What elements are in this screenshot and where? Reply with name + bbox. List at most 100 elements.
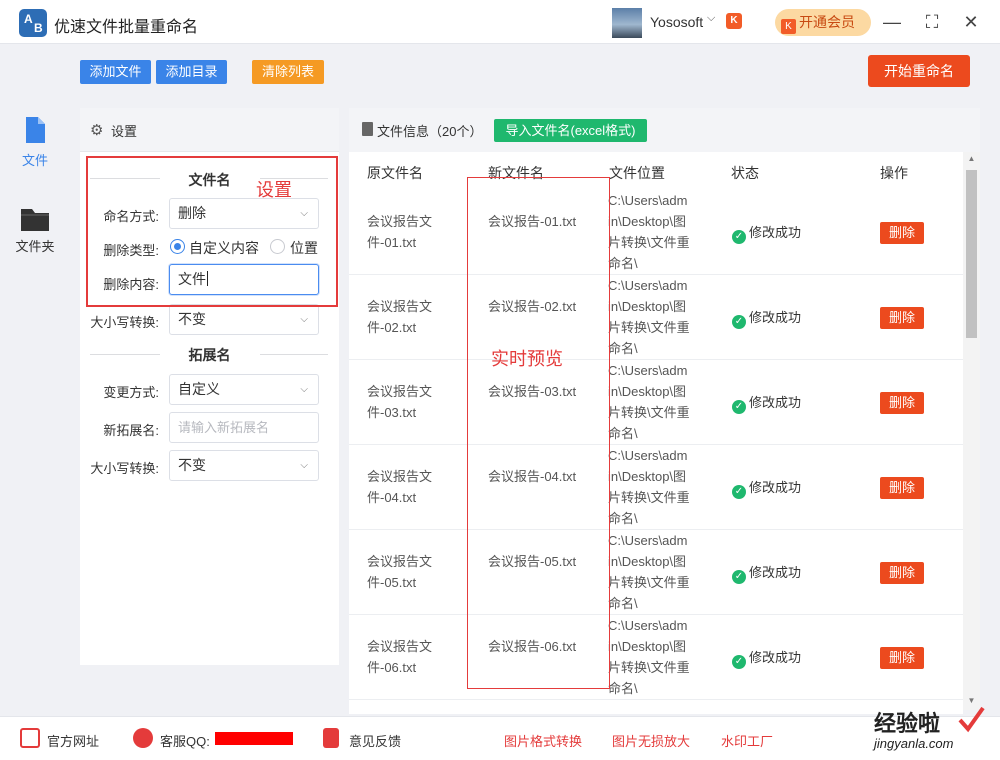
- original-filename: 会议报告文件-04.txt: [367, 469, 433, 505]
- status-badge: ✓ 修改成功: [732, 562, 801, 584]
- checkmark-icon: [958, 706, 985, 733]
- nav-item-folder[interactable]: 文件夹: [0, 206, 70, 255]
- scrollbar[interactable]: ▲ ▼: [963, 152, 980, 710]
- settings-highlight-box: [86, 156, 338, 307]
- avatar[interactable]: [612, 8, 642, 38]
- add-folder-button[interactable]: 添加目录: [156, 60, 227, 84]
- original-filename: 会议报告文件-06.txt: [367, 639, 433, 675]
- file-list-panel: 文件信息（20个） 导入文件名(excel格式) 原文件名 新文件名 文件位置 …: [349, 108, 980, 714]
- ext-mode-select[interactable]: 自定义 ⌵: [169, 374, 319, 405]
- check-circle-icon: ✓: [732, 570, 746, 584]
- watermark-text: 经验啦: [874, 712, 941, 737]
- import-excel-button[interactable]: 导入文件名(excel格式): [494, 119, 647, 142]
- file-location: C:\Users\admin\Desktop\图片转换\文件重命名\: [608, 363, 690, 441]
- chevron-down-icon: ⌵: [300, 384, 308, 395]
- scroll-up-icon[interactable]: ▲: [966, 154, 977, 163]
- status-badge: ✓ 修改成功: [732, 222, 801, 244]
- left-nav: 文件 文件夹: [0, 96, 70, 712]
- folder-icon: [21, 209, 49, 231]
- file-location: C:\Users\admin\Desktop\图片转换\文件重命名\: [608, 618, 690, 696]
- maximize-icon[interactable]: ⛶: [919, 9, 945, 35]
- support-qq-label[interactable]: 客服QQ:: [160, 731, 210, 750]
- delete-row-button[interactable]: 删除: [880, 392, 924, 414]
- file-location: C:\Users\admin\Desktop\图片转换\文件重命名\: [608, 448, 690, 526]
- preview-annotation: 实时预览: [491, 349, 563, 369]
- scroll-thumb[interactable]: [966, 170, 977, 338]
- title-bar: A B 优速文件批量重命名 Yososoft ⌵ K K 开通会员 — ⛶ ✕: [0, 0, 1000, 44]
- website-link[interactable]: 官方网址: [47, 731, 99, 750]
- delete-row-button[interactable]: 删除: [880, 307, 924, 329]
- file-location: C:\Users\admin\Desktop\图片转换\文件重命名\: [608, 278, 690, 356]
- pdf-icon: [323, 728, 339, 748]
- delete-row-button[interactable]: 删除: [880, 477, 924, 499]
- feedback-link[interactable]: 意见反馈: [349, 731, 401, 750]
- check-circle-icon: ✓: [732, 485, 746, 499]
- vip-icon: K: [781, 19, 796, 34]
- settings-header: ⚙ 设置: [80, 108, 339, 152]
- ext-case-convert-select[interactable]: 不变 ⌵: [169, 450, 319, 481]
- check-circle-icon: ✓: [732, 400, 746, 414]
- site-watermark: 经验啦 jingyanla.com: [868, 700, 998, 760]
- new-ext-label: 新拓展名:: [103, 423, 159, 438]
- table-row[interactable]: 会议报告文件-06.txt 会议报告-06.txt C:\Users\admin\D…: [349, 615, 963, 700]
- table-row[interactable]: 会议报告文件-05.txt 会议报告-05.txt C:\Users\admin\D…: [349, 530, 963, 615]
- ext-mode-label: 变更方式:: [103, 385, 159, 400]
- original-filename: 会议报告文件-02.txt: [367, 299, 433, 335]
- case-convert-select[interactable]: 不变 ⌵: [169, 304, 319, 335]
- file-icon: [26, 117, 45, 143]
- file-location: C:\Users\admin\Desktop\图片转换\文件重命名\: [608, 193, 690, 271]
- preview-highlight-box: [467, 177, 610, 689]
- table-row[interactable]: 会议报告文件-01.txt 会议报告-01.txt C:\Users\admin\D…: [349, 190, 963, 275]
- original-filename: 会议报告文件-01.txt: [367, 214, 433, 250]
- original-filename: 会议报告文件-03.txt: [367, 384, 433, 420]
- footer-link-format-convert[interactable]: 图片格式转换: [504, 731, 582, 750]
- delete-row-button[interactable]: 删除: [880, 562, 924, 584]
- status-badge: ✓ 修改成功: [732, 477, 801, 499]
- user-name[interactable]: Yososoft: [650, 14, 703, 30]
- watermark-url: jingyanla.com: [874, 736, 954, 751]
- close-icon[interactable]: ✕: [958, 9, 984, 35]
- start-rename-button[interactable]: 开始重命名: [868, 55, 970, 87]
- nav-item-folder-label: 文件夹: [15, 239, 55, 254]
- vip-button[interactable]: K 开通会员: [775, 9, 871, 36]
- footer-link-watermark[interactable]: 水印工厂: [721, 731, 773, 750]
- table-row[interactable]: 会议报告文件-03.txt 会议报告-03.txt C:\Users\admin\D…: [349, 360, 963, 445]
- app-logo: A B: [19, 9, 47, 37]
- status-badge: ✓ 修改成功: [732, 392, 801, 414]
- table-row[interactable]: 会议报告文件-04.txt 会议报告-04.txt C:\Users\admin\D…: [349, 445, 963, 530]
- nav-item-file-label: 文件: [21, 153, 48, 168]
- footer-link-upscale[interactable]: 图片无损放大: [612, 731, 690, 750]
- original-filename: 会议报告文件-05.txt: [367, 554, 433, 590]
- status-badge: ✓ 修改成功: [732, 307, 801, 329]
- settings-title: 设置: [111, 124, 138, 139]
- add-file-button[interactable]: 添加文件: [80, 60, 151, 84]
- file-list-header: 文件信息（20个） 导入文件名(excel格式): [349, 108, 980, 152]
- new-ext-input[interactable]: 请输入新拓展名: [169, 412, 319, 443]
- nav-item-file[interactable]: 文件: [0, 116, 70, 169]
- extension-section-title: 拓展名: [188, 347, 231, 363]
- document-icon: [362, 122, 373, 136]
- column-original-name: 原文件名: [367, 165, 423, 181]
- ext-case-convert-label: 大小写转换:: [90, 461, 159, 476]
- column-location: 文件位置: [609, 165, 665, 181]
- minimize-icon[interactable]: —: [879, 9, 905, 35]
- check-circle-icon: ✓: [732, 315, 746, 329]
- table-row[interactable]: 会议报告文件-02.txt 会议报告-02.txt C:\Users\admin\D…: [349, 275, 963, 360]
- check-circle-icon: ✓: [732, 655, 746, 669]
- file-info-title: 文件信息（20个）: [377, 124, 483, 139]
- file-location: C:\Users\admin\Desktop\图片转换\文件重命名\: [608, 533, 690, 611]
- app-title: 优速文件批量重命名: [54, 19, 199, 36]
- website-icon: [20, 728, 40, 748]
- clear-list-button[interactable]: 清除列表: [252, 60, 324, 84]
- vip-badge-icon: K: [726, 13, 742, 29]
- chevron-down-icon[interactable]: ⌵: [707, 12, 715, 25]
- delete-row-button[interactable]: 删除: [880, 647, 924, 669]
- check-circle-icon: ✓: [732, 230, 746, 244]
- divider: [260, 354, 328, 355]
- delete-row-button[interactable]: 删除: [880, 222, 924, 244]
- case-convert-label: 大小写转换:: [90, 315, 159, 330]
- redacted-qq-number: [215, 732, 293, 745]
- column-action: 操作: [880, 165, 908, 181]
- gear-icon: ⚙: [90, 122, 104, 139]
- status-badge: ✓ 修改成功: [732, 647, 801, 669]
